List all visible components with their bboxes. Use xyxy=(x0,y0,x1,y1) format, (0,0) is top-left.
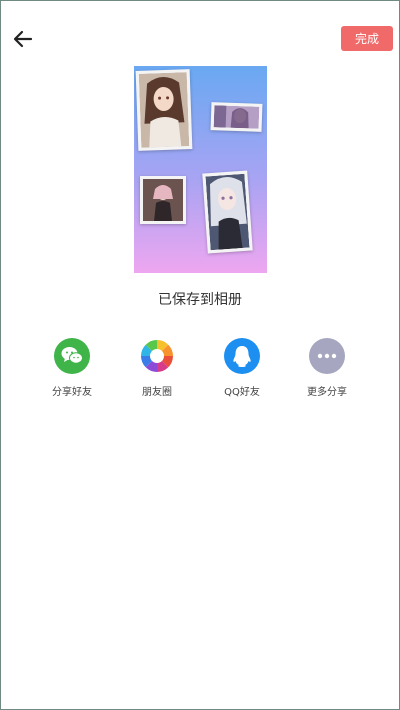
saved-to-album-text: 已保存到相册 xyxy=(158,292,242,308)
more-icon xyxy=(309,338,345,374)
share-label: 分享好友 xyxy=(52,387,92,398)
collage-preview xyxy=(134,66,267,273)
share-label: QQ好友 xyxy=(224,387,260,398)
collage-photo xyxy=(140,176,186,224)
wechat-icon xyxy=(54,338,90,374)
back-arrow-icon xyxy=(13,30,33,48)
moments-icon xyxy=(139,338,175,374)
share-qq-friends-button[interactable]: QQ好友 xyxy=(202,338,282,398)
share-label: 更多分享 xyxy=(307,387,347,398)
share-label: 朋友圈 xyxy=(142,387,172,398)
done-button[interactable]: 完成 xyxy=(341,26,393,51)
share-more-button[interactable]: 更多分享 xyxy=(287,338,367,398)
collage-photo xyxy=(202,170,253,254)
collage-photo xyxy=(135,69,193,151)
share-wechat-friends-button[interactable]: 分享好友 xyxy=(32,338,112,398)
app-frame: 完成 已保存到相册 分享好友 朋友圈 QQ好友 更多分享 xyxy=(0,0,400,710)
collage-photo xyxy=(210,102,263,132)
qq-icon xyxy=(224,338,260,374)
back-button[interactable] xyxy=(9,25,37,53)
share-moments-button[interactable]: 朋友圈 xyxy=(117,338,197,398)
